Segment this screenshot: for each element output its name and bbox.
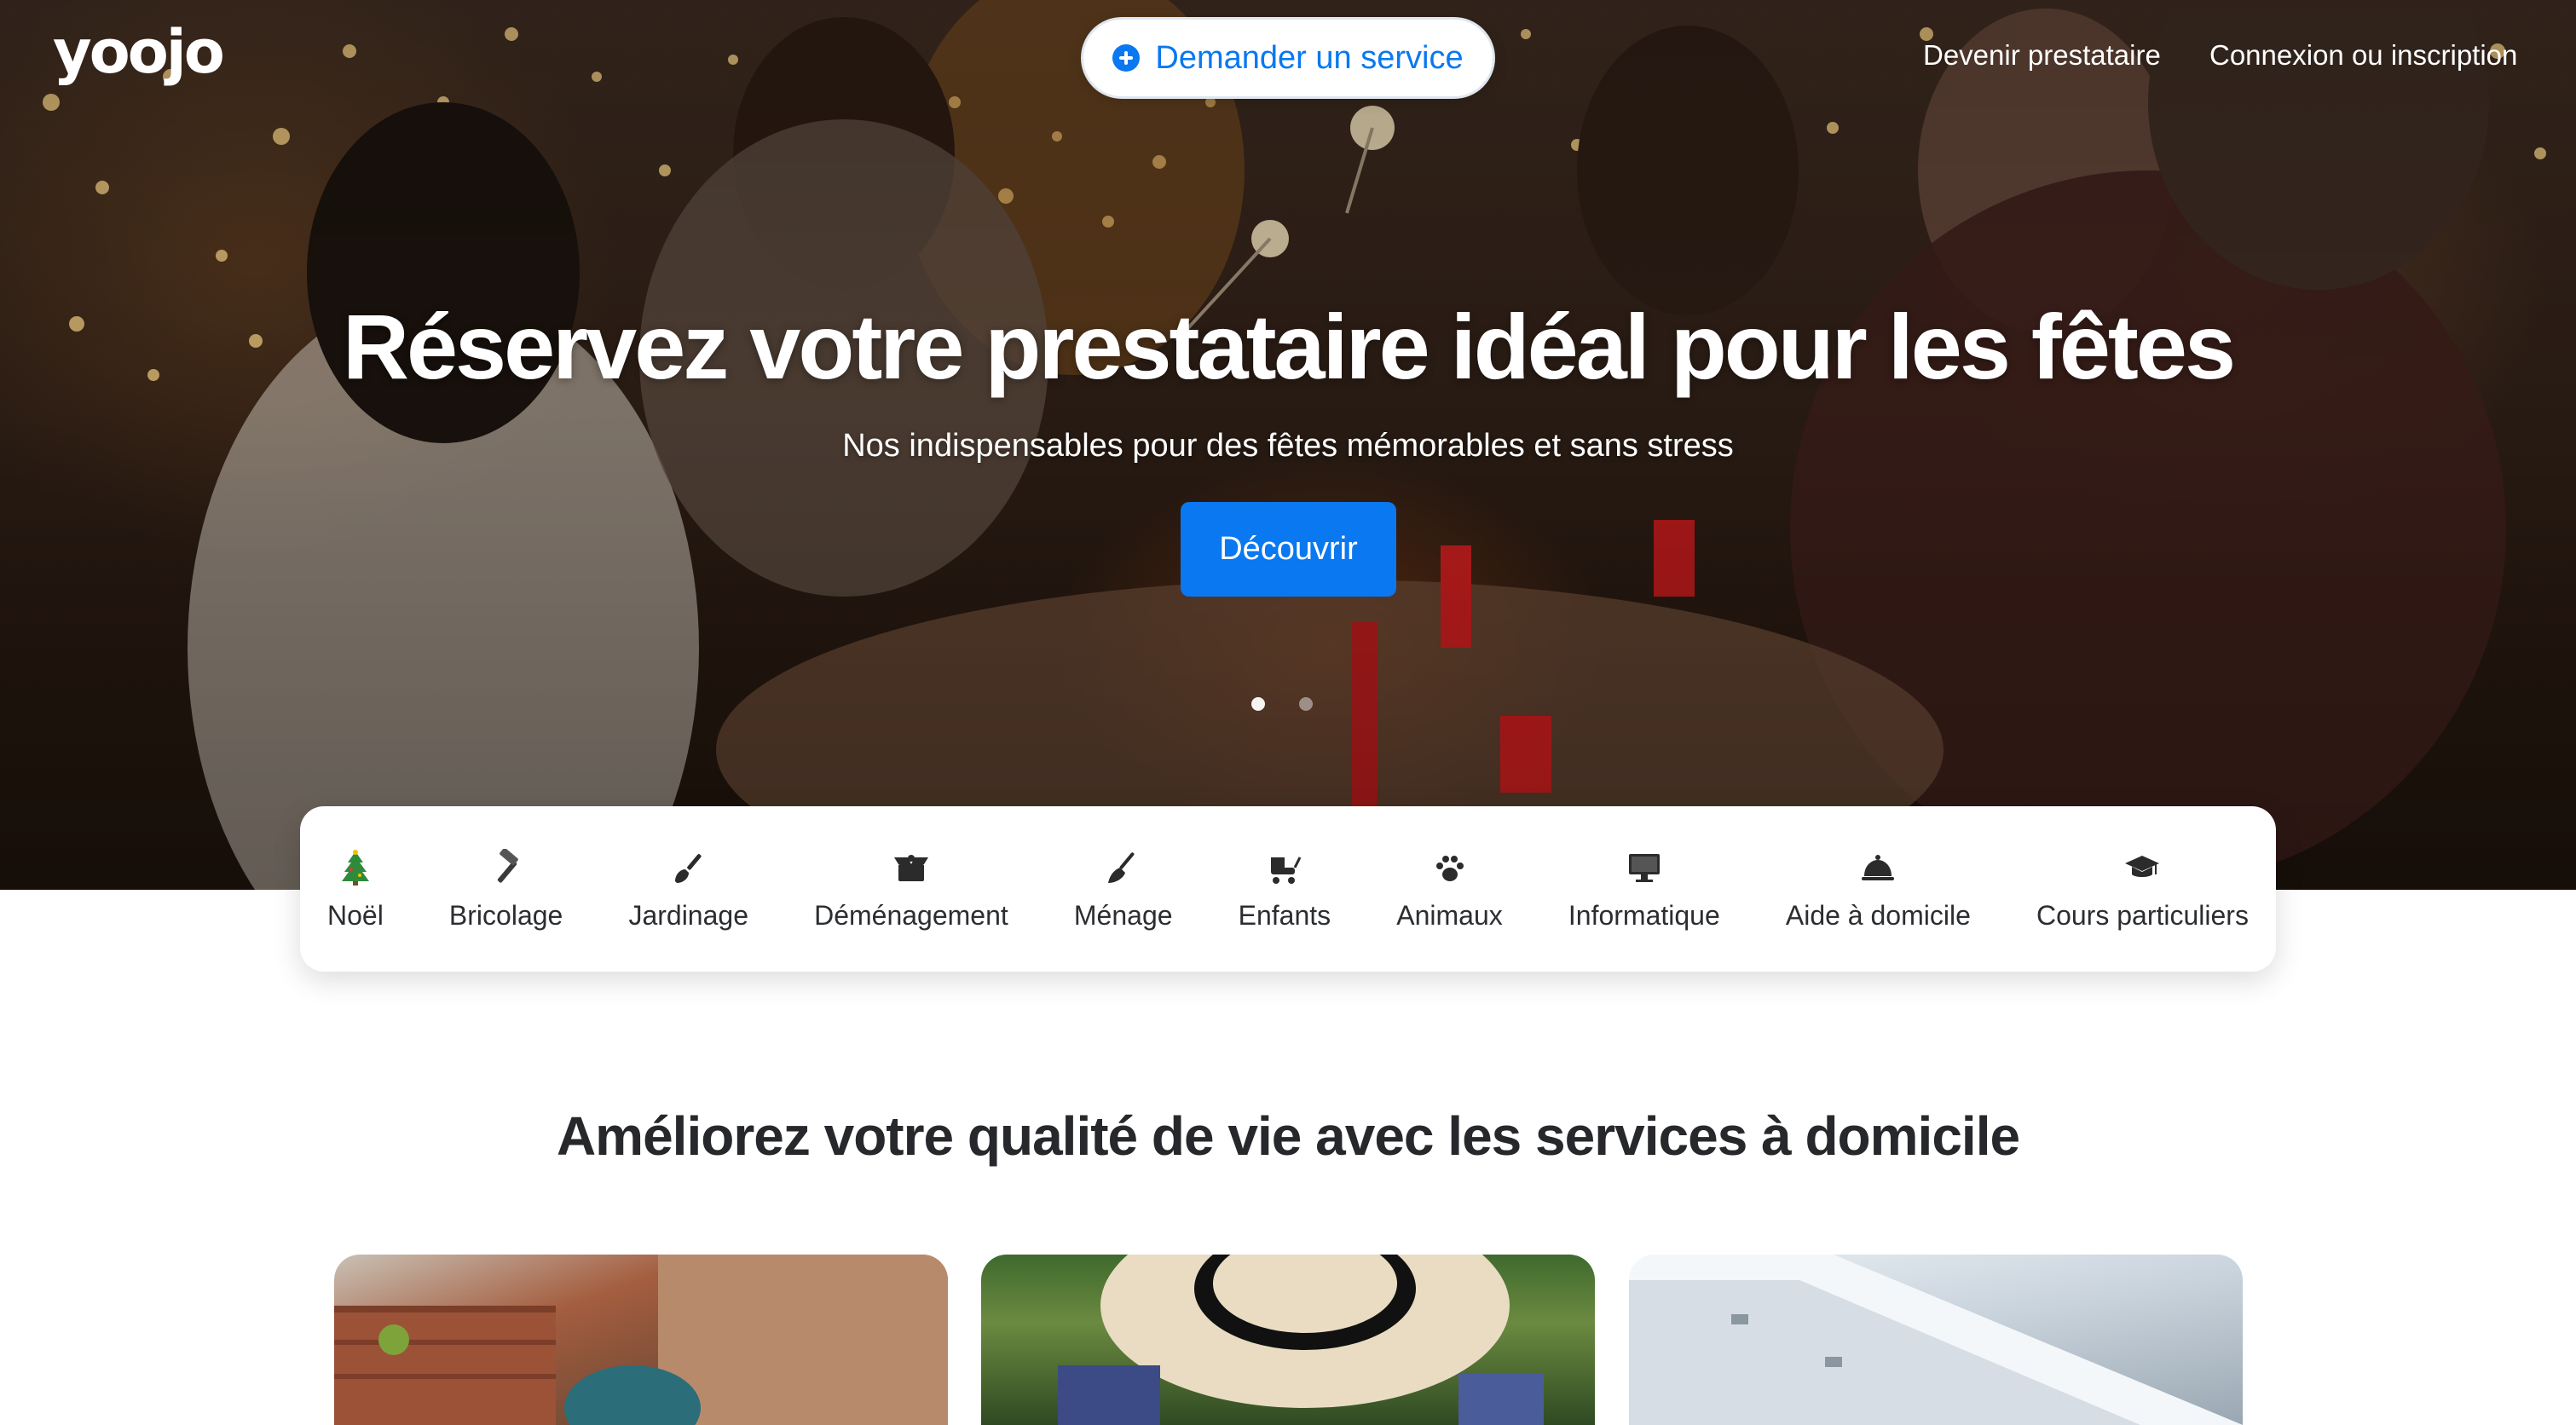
login-signup-link[interactable]: Connexion ou inscription: [2209, 39, 2517, 72]
category-label: Enfants: [1238, 899, 1331, 931]
request-service-label: Demander un service: [1155, 39, 1464, 76]
request-service-button[interactable]: Demander un service: [1081, 17, 1495, 99]
category-label: Animaux: [1396, 899, 1503, 931]
service-card-image: [1058, 1255, 1544, 1425]
category-label: Bricolage: [448, 899, 563, 931]
category-bar: Noël Bricolage Jardinage Déménagement Mé: [300, 806, 2276, 972]
graduation-cap-icon: [2122, 847, 2163, 888]
become-provider-link[interactable]: Devenir prestataire: [1923, 39, 2161, 72]
moving-box-icon: [891, 847, 932, 888]
category-informatique[interactable]: Informatique: [1568, 847, 1720, 932]
category-noel[interactable]: Noël: [327, 847, 384, 932]
category-label: Jardinage: [628, 899, 748, 931]
broom-icon: [1103, 847, 1144, 888]
category-bricolage[interactable]: Bricolage: [449, 847, 563, 932]
christmas-tree-icon: [335, 847, 376, 888]
hero-title: Réservez votre prestataire idéal pour le…: [342, 295, 2236, 398]
monitor-icon: [1624, 847, 1665, 888]
category-cours-particuliers[interactable]: Cours particuliers: [2036, 847, 2249, 932]
cloche-icon: [1857, 847, 1898, 888]
service-card-2[interactable]: [981, 1255, 1595, 1425]
category-aide-a-domicile[interactable]: Aide à domicile: [1786, 847, 1971, 932]
paw-icon: [1430, 847, 1470, 888]
section-title: Améliorez votre qualité de vie avec les …: [556, 1105, 2020, 1167]
plus-circle-icon: [1112, 44, 1141, 72]
page: yoojo Demander un service Devenir presta…: [0, 0, 2576, 1425]
service-card-1[interactable]: [334, 1255, 948, 1425]
yoojo-logo[interactable]: yoojo: [53, 22, 225, 82]
category-label: Cours particuliers: [2036, 899, 2249, 931]
discover-button[interactable]: Découvrir: [1181, 502, 1396, 597]
carousel-dot-1[interactable]: [1251, 697, 1265, 711]
shovel-icon: [668, 847, 709, 888]
hero-subtitle: Nos indispensables pour des fêtes mémora…: [842, 428, 1734, 464]
service-card-image: [1629, 1255, 2243, 1425]
category-label: Noël: [327, 899, 384, 931]
category-label: Informatique: [1568, 899, 1720, 931]
category-label: Déménagement: [814, 899, 1008, 931]
category-demenagement[interactable]: Déménagement: [814, 847, 1008, 932]
service-card-image: [334, 1255, 948, 1425]
hammer-icon: [486, 847, 527, 888]
service-card-3[interactable]: [1629, 1255, 2243, 1425]
category-label: Ménage: [1073, 899, 1173, 931]
carousel-dots: [1251, 697, 1313, 711]
category-label: Aide à domicile: [1785, 899, 1971, 931]
category-menage[interactable]: Ménage: [1074, 847, 1173, 932]
category-enfants[interactable]: Enfants: [1239, 847, 1331, 932]
baby-stroller-icon: [1264, 847, 1305, 888]
category-jardinage[interactable]: Jardinage: [628, 847, 748, 932]
carousel-dot-2[interactable]: [1299, 697, 1313, 711]
category-animaux[interactable]: Animaux: [1396, 847, 1503, 932]
